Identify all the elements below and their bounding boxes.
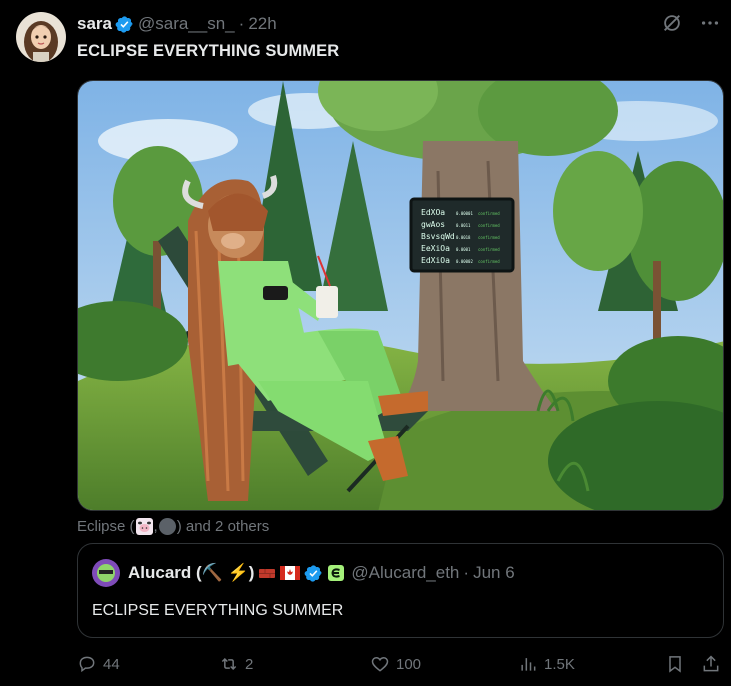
screen-line-name: EdXiOa bbox=[421, 256, 450, 265]
heart-icon bbox=[371, 656, 389, 672]
view-count: 1.5K bbox=[544, 655, 575, 673]
screen-line-status: confirmed bbox=[478, 259, 500, 264]
separator-dot: · bbox=[238, 14, 245, 33]
canada-flag-icon bbox=[280, 566, 301, 580]
verified-badge-icon bbox=[304, 564, 323, 583]
reply-count: 44 bbox=[103, 655, 120, 673]
repost-icon bbox=[221, 657, 237, 671]
grok-icon[interactable] bbox=[661, 12, 683, 34]
screen-line-value: 0.00001 bbox=[456, 211, 473, 216]
liked-by-line[interactable]: Eclipse ( , ) and 2 others bbox=[77, 518, 269, 535]
views-chart-icon bbox=[521, 658, 536, 671]
tweet-time[interactable]: 22h bbox=[248, 14, 276, 34]
user-avatar-icon bbox=[158, 518, 176, 535]
screen-line-name: BsvsqWd bbox=[421, 232, 455, 241]
tree-monitor: EdXOa 0.00001 confirmed gwAos 0.0011 con… bbox=[409, 197, 515, 273]
screen-line-value: 0.00002 bbox=[456, 259, 473, 264]
tweet-top-actions bbox=[661, 12, 721, 34]
reply-button[interactable]: 44 bbox=[77, 654, 120, 674]
quoted-author-avatar[interactable] bbox=[92, 559, 120, 587]
eclipse-logo-icon bbox=[327, 564, 345, 582]
screen-line-name: EeXiOa bbox=[421, 244, 450, 253]
screen-line-name: gwAos bbox=[421, 220, 445, 229]
bookmark-button[interactable] bbox=[665, 654, 685, 674]
quoted-author-handle[interactable]: @Alucard_eth bbox=[351, 563, 459, 583]
quoted-tweet-date[interactable]: Jun 6 bbox=[473, 563, 515, 583]
screen-line-name: EdXOa bbox=[421, 208, 445, 217]
reply-icon bbox=[79, 656, 95, 673]
screen-line-status: confirmed bbox=[478, 247, 500, 252]
more-options-icon[interactable] bbox=[699, 12, 721, 34]
screen-line-status: confirmed bbox=[478, 223, 500, 228]
screen-line-status: confirmed bbox=[478, 235, 500, 240]
quoted-tweet-header: Alucard (⛏️ ⚡️) @Alucard_eth · Jun 6 bbox=[92, 559, 515, 587]
quoted-tweet-text: ECLIPSE EVERYTHING SUMMER bbox=[92, 602, 344, 619]
screen-line-value: 0.0001 bbox=[456, 247, 471, 252]
brick-emoji-icon bbox=[258, 564, 276, 582]
tweet-action-bar: 44 2 100 1.5K bbox=[77, 654, 724, 680]
tweet-media-image[interactable]: EdXOa 0.00001 confirmed gwAos 0.0011 con… bbox=[77, 80, 724, 511]
tweet-header: sara @sara__sn_ · 22h bbox=[77, 14, 277, 34]
share-button[interactable] bbox=[701, 654, 721, 674]
repost-count: 2 bbox=[245, 655, 254, 673]
bookmark-icon bbox=[669, 656, 681, 673]
views-button[interactable]: 1.5K bbox=[518, 654, 575, 674]
author-handle[interactable]: @sara__sn_ bbox=[138, 14, 235, 34]
quoted-author-name[interactable]: Alucard (⛏️ ⚡️) bbox=[128, 563, 254, 583]
like-button[interactable]: 100 bbox=[370, 654, 421, 674]
quoted-tweet[interactable]: Alucard (⛏️ ⚡️) @Alucard_eth · Jun 6 ECL… bbox=[77, 543, 724, 638]
screen-line-status: confirmed bbox=[478, 211, 500, 216]
liked-by-separator: , bbox=[153, 518, 158, 535]
verified-badge-icon bbox=[115, 15, 134, 34]
tweet-text: ECLIPSE EVERYTHING SUMMER bbox=[77, 42, 340, 60]
liked-by-prefix: Eclipse ( bbox=[77, 518, 135, 535]
illustration: EdXOa 0.00001 confirmed gwAos 0.0011 con… bbox=[78, 81, 723, 510]
cow-emoji-icon bbox=[135, 518, 153, 535]
repost-button[interactable]: 2 bbox=[219, 654, 253, 674]
separator-dot: · bbox=[463, 563, 470, 582]
screen-line-value: 0.0018 bbox=[456, 235, 471, 240]
author-name[interactable]: sara bbox=[77, 14, 112, 34]
share-icon bbox=[703, 655, 719, 672]
liked-by-suffix: ) and 2 others bbox=[176, 518, 270, 535]
screen-line-value: 0.0011 bbox=[456, 223, 471, 228]
like-count: 100 bbox=[396, 655, 422, 673]
author-avatar[interactable] bbox=[16, 12, 66, 62]
